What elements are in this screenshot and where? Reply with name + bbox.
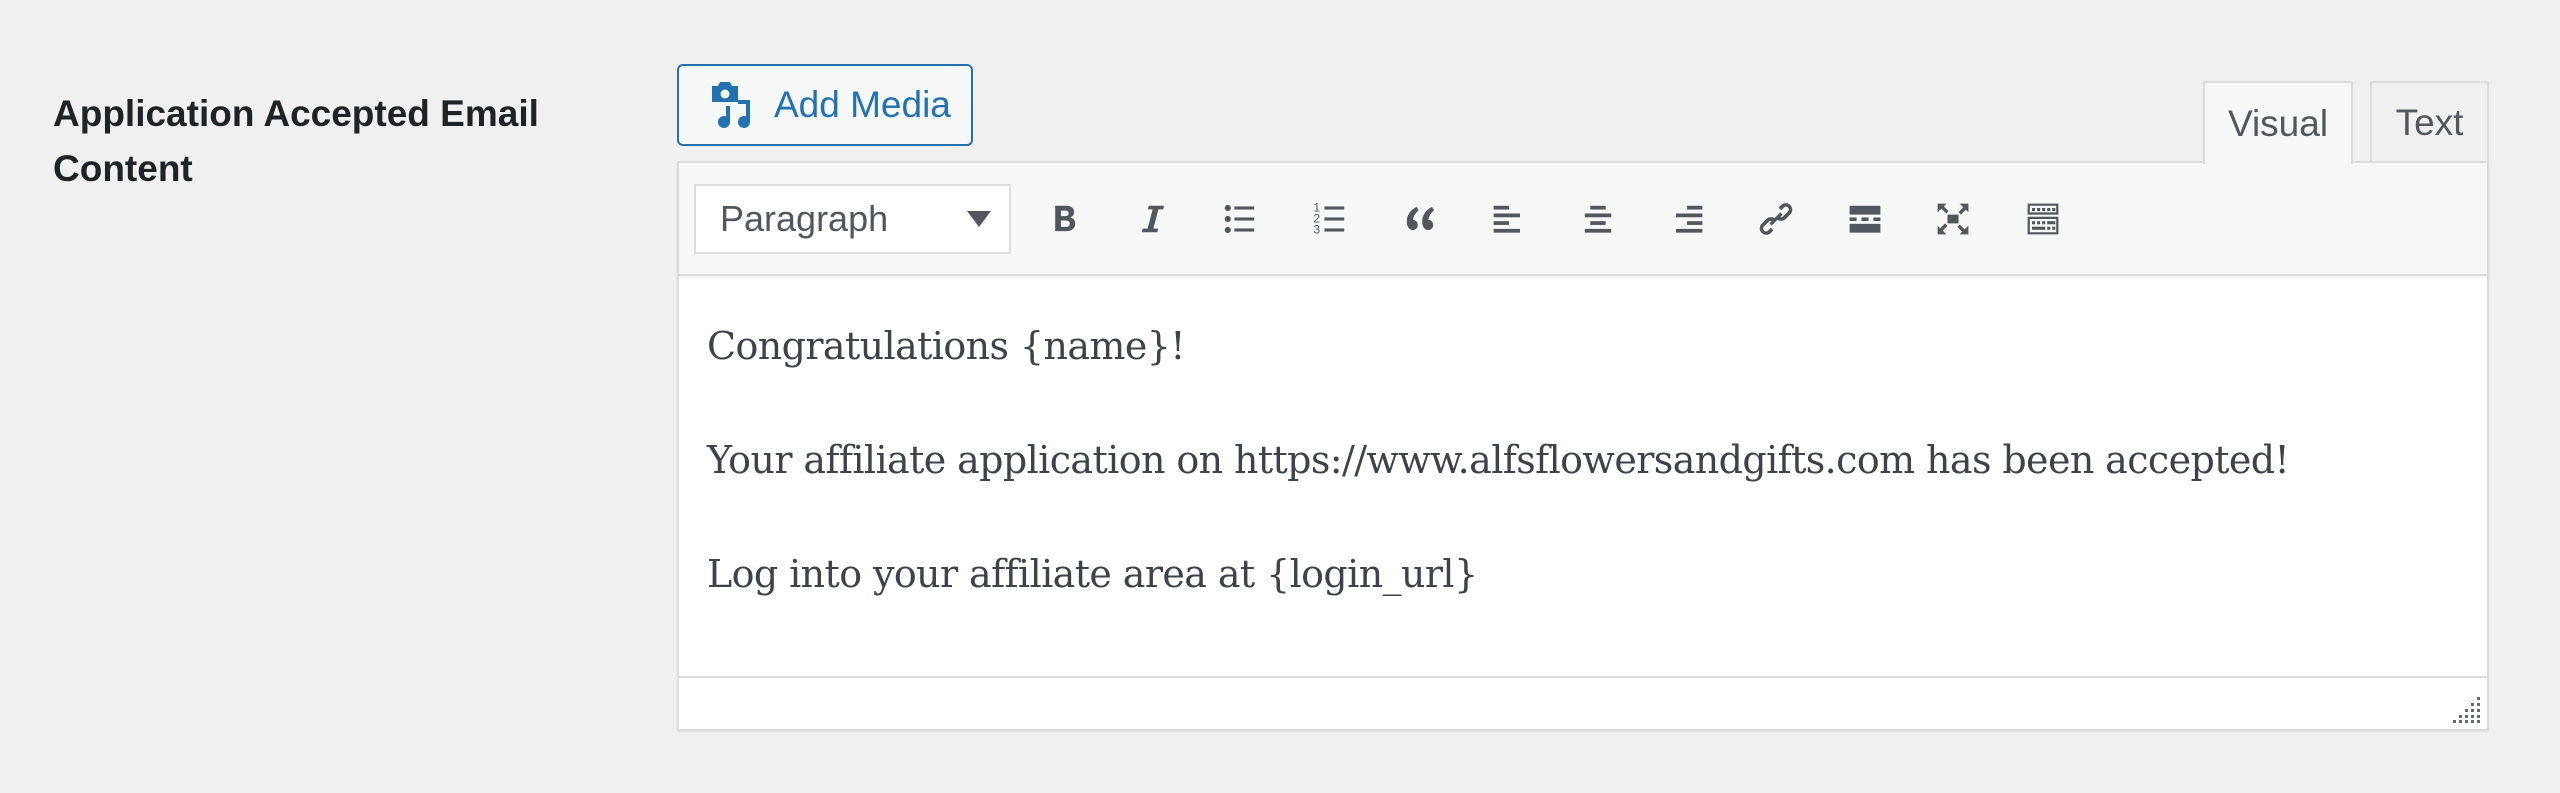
tab-text[interactable]: Text xyxy=(2370,81,2489,163)
format-select-value: Paragraph xyxy=(720,198,889,239)
field-label: Application Accepted Email Content xyxy=(53,93,539,189)
blockquote-icon xyxy=(1406,206,1435,230)
toolbar-toggle-button[interactable] xyxy=(2014,190,2072,248)
resize-grip-icon xyxy=(2453,697,2480,723)
align-center-button[interactable] xyxy=(1569,190,1627,248)
bold-icon xyxy=(1055,205,1076,232)
camera-music-icon xyxy=(712,82,750,128)
svg-text:3: 3 xyxy=(1313,222,1320,236)
editor-statusbar xyxy=(679,680,2487,729)
chevron-down-icon xyxy=(967,211,991,227)
blockquote-button[interactable] xyxy=(1391,190,1449,248)
content-paragraph: Log into your affiliate area at {login_u… xyxy=(707,552,1478,596)
tab-visual[interactable]: Visual xyxy=(2203,81,2353,164)
align-left-button[interactable] xyxy=(1480,190,1538,248)
resize-handle[interactable] xyxy=(2453,695,2481,723)
italic-button[interactable] xyxy=(1123,190,1181,248)
format-select[interactable]: Paragraph xyxy=(694,184,1011,254)
bulleted-list-button[interactable] xyxy=(1212,190,1270,248)
bulleted-list-icon xyxy=(1224,204,1255,234)
editor-toolbar: Paragraph 123 xyxy=(679,163,2487,276)
align-center-icon xyxy=(1584,205,1612,233)
italic-icon xyxy=(1141,205,1165,233)
fullscreen-icon xyxy=(1937,203,1969,235)
content-paragraph: Congratulations {name}! xyxy=(707,324,1186,368)
content-paragraph: Your affiliate application on https://ww… xyxy=(707,438,2290,482)
align-left-icon xyxy=(1493,205,1520,233)
add-media-label: Add Media xyxy=(774,84,951,125)
align-right-icon xyxy=(1676,205,1703,233)
add-media-button[interactable]: Add Media xyxy=(677,64,973,146)
rich-text-editor: Paragraph 123 Congratulations {name}! Yo… xyxy=(677,161,2489,731)
read-more-button[interactable] xyxy=(1836,190,1894,248)
align-right-button[interactable] xyxy=(1658,190,1716,248)
numbered-list-icon: 123 xyxy=(1313,200,1345,236)
fullscreen-button[interactable] xyxy=(1924,190,1982,248)
editor-content[interactable]: Congratulations {name}! Your affiliate a… xyxy=(679,276,2487,678)
toolbar-toggle-icon xyxy=(2027,203,2059,235)
insert-link-button[interactable] xyxy=(1747,190,1805,248)
link-icon xyxy=(1759,203,1793,235)
read-more-icon xyxy=(1849,205,1881,233)
numbered-list-button[interactable]: 123 xyxy=(1302,190,1360,248)
bold-button[interactable] xyxy=(1035,190,1093,248)
